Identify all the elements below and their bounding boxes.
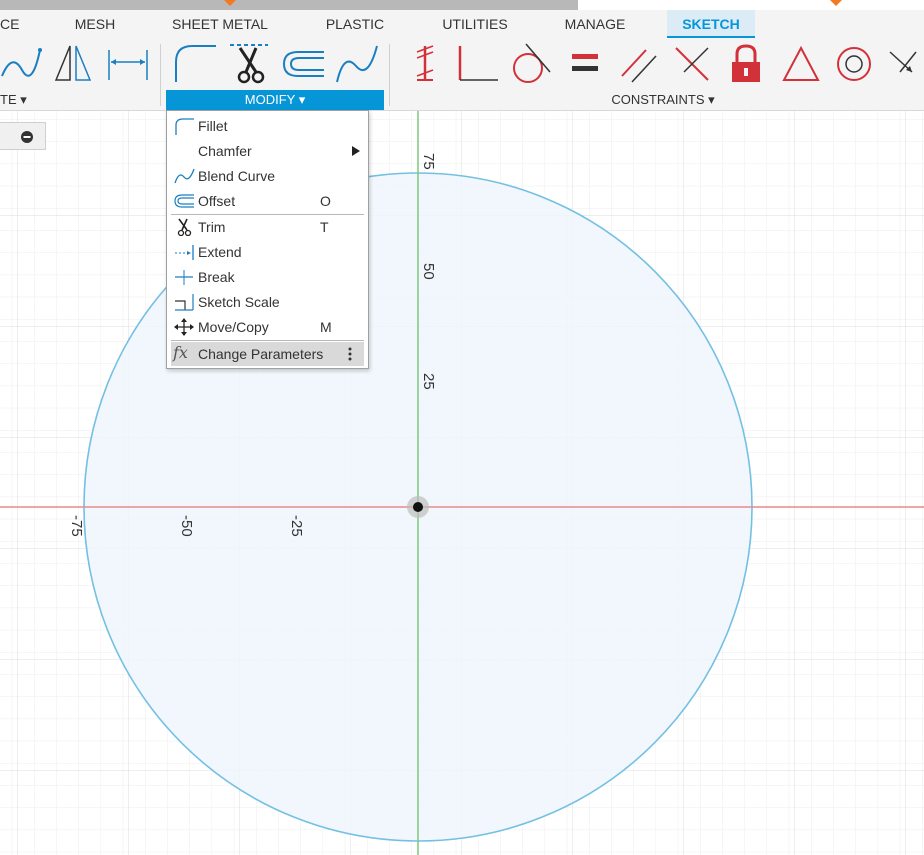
origin-point [413,502,423,512]
tab-sheet-metal[interactable]: SHEET METAL [160,10,280,38]
submenu-arrow-icon [352,146,360,156]
perpendicular-constraint-icon[interactable] [672,42,716,86]
break-icon [175,270,193,285]
axis-label-y-25: 25 [420,373,437,390]
more-options-icon[interactable] [347,347,353,361]
tab-plastic[interactable]: PLASTIC [310,10,400,38]
menu-item-blend-curve[interactable]: Blend Curve [171,164,364,188]
lock-icon[interactable] [726,42,766,86]
blend-curve-icon [174,168,195,184]
menu-item-label: Offset [198,193,236,209]
menu-item-shortcut: M [320,319,332,335]
menu-item-label: Change Parameters [198,346,324,362]
tab-manage[interactable]: MANAGE [552,10,638,38]
fillet-toolbar-icon[interactable] [170,42,220,86]
blend-curve-toolbar-icon[interactable] [334,42,380,86]
offset-icon [174,194,194,208]
menu-item-break[interactable]: Break [171,265,364,289]
tab-sketch[interactable]: SKETCH [667,10,755,38]
menu-item-shortcut: T [320,219,329,235]
sketch-grid: 75 50 25 -75 -50 -25 [0,111,924,855]
title-strip [0,0,924,10]
menu-item-move-copy[interactable]: Move/Copy M [171,315,364,339]
scissors-icon [177,218,192,236]
scale-icon [175,294,194,311]
offset-toolbar-icon[interactable] [280,42,328,86]
ribbon-separator [160,44,161,106]
ribbon-separator-2 [389,44,390,106]
coincident-constraint-icon[interactable] [452,42,500,86]
menu-item-fillet[interactable]: Fillet [171,114,364,138]
browser-collapse-pill[interactable] [0,122,46,150]
ribbon-tabs: CE MESH SHEET METAL PLASTIC UTILITIES MA… [0,10,924,38]
menu-item-label: Trim [198,219,226,235]
menu-item-change-parameters[interactable]: fx Change Parameters [171,342,364,366]
concentric-constraint-icon[interactable] [834,42,876,86]
tab-mesh[interactable]: MESH [58,10,132,38]
fillet-icon [175,118,194,135]
menu-item-label: Break [198,269,235,285]
modify-dropdown-menu: Fillet Chamfer Blend Curve Offset O Trim… [166,110,369,369]
sketch-canvas[interactable]: 75 50 25 -75 -50 -25 [0,111,924,855]
triangle-constraint-icon[interactable] [780,42,822,86]
move-icon [174,318,194,336]
tab-surface[interactable]: CE [0,10,30,38]
menu-item-chamfer[interactable]: Chamfer [171,139,364,163]
menu-item-label: Sketch Scale [198,294,280,310]
constraints-group-label[interactable]: CONSTRAINTS ▾ [590,90,736,110]
menu-item-sketch-scale[interactable]: Sketch Scale [171,290,364,314]
app-orange-icon-right [830,0,842,6]
collapse-minus-icon[interactable] [20,130,34,144]
menu-item-label: Blend Curve [198,168,276,184]
axis-label-y-50: 50 [420,263,437,280]
fx-icon: fx [173,343,188,362]
modify-group-label[interactable]: MODIFY ▾ [166,90,384,110]
create-group-label[interactable]: TE ▾ [0,90,40,110]
axis-label-x-neg75: -75 [68,515,85,537]
tangent-constraint-icon[interactable] [508,42,554,86]
tab-utilities[interactable]: UTILITIES [430,10,520,38]
axis-label-x-neg25: -25 [288,515,305,537]
menu-item-label: Fillet [198,118,228,134]
app-orange-icon [224,0,236,6]
spline-icon[interactable] [0,42,44,86]
dimension-icon[interactable] [104,42,152,86]
midpoint-constraint-icon[interactable] [886,42,924,86]
menu-item-label: Move/Copy [198,319,269,335]
menu-item-shortcut: O [320,193,331,209]
title-strip-shade [0,0,578,10]
menu-item-trim[interactable]: Trim T [171,215,364,239]
equal-constraint-icon[interactable] [566,42,606,86]
fix-constraint-icon[interactable] [408,42,442,86]
axis-label-y-75: 75 [420,153,437,170]
extend-icon [175,245,194,260]
menu-item-label: Extend [198,244,242,260]
axis-label-x-neg50: -50 [178,515,195,537]
menu-item-label: Chamfer [198,143,252,159]
menu-separator [171,340,364,341]
trim-scissors-icon[interactable] [226,42,272,86]
menu-item-extend[interactable]: Extend [171,240,364,264]
mirror-icon[interactable] [50,42,96,86]
parallel-constraint-icon[interactable] [618,42,660,86]
menu-item-offset[interactable]: Offset O [171,189,364,213]
